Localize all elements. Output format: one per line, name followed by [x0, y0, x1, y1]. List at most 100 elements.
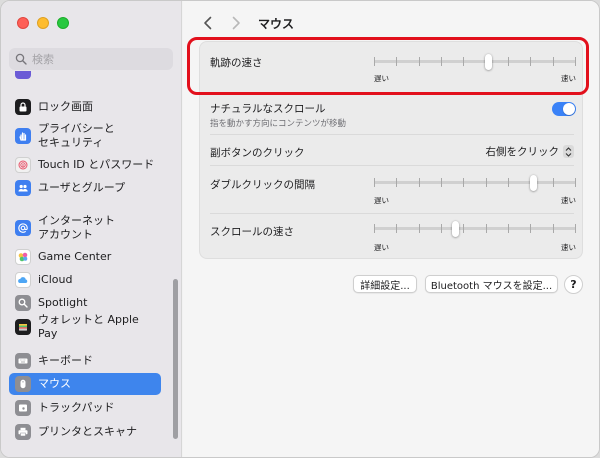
natural-scroll-toggle[interactable]: [552, 102, 576, 116]
sidebar-item-label: Spotlight: [38, 296, 88, 309]
slider-tick: [374, 224, 375, 233]
slider-tick: [374, 178, 375, 187]
slider-tick: [553, 178, 554, 187]
partial-sidebar-icon: [15, 71, 31, 79]
sidebar-item-users[interactable]: ユーザとグループ: [9, 177, 161, 199]
toolbar: マウス: [183, 1, 599, 41]
hand-icon: [15, 128, 31, 144]
slider-tick: [419, 224, 420, 233]
slider-tick: [441, 178, 442, 187]
minimize-button[interactable]: [37, 17, 49, 29]
sidebar-item-label: マウス: [38, 377, 71, 390]
slider-track: [374, 181, 576, 184]
slider-thumb[interactable]: [530, 175, 537, 191]
slider-tick: [463, 178, 464, 187]
slider-tick: [508, 224, 509, 233]
page-title: マウス: [258, 17, 295, 31]
highlight-annotation: [187, 37, 589, 95]
slider-tick: [575, 178, 576, 187]
sidebar-item-label: Game Center: [38, 250, 112, 263]
slider-tick: [553, 224, 554, 233]
natural-scroll-row: ナチュラルなスクロール 指を動かす方向にコンテンツが移動: [200, 95, 584, 134]
sidebar-item-lock-screen[interactable]: ロック画面: [9, 96, 161, 118]
sidebar-item-mouse[interactable]: マウス: [9, 373, 161, 395]
sidebar-item-label: ウォレットと Apple Pay: [38, 313, 139, 340]
slider-tick: [396, 178, 397, 187]
printer-icon: [15, 424, 31, 440]
zoom-button[interactable]: [57, 17, 69, 29]
sidebar-item-label: キーボード: [38, 354, 93, 367]
sidebar-item-keyboard[interactable]: キーボード: [9, 350, 161, 372]
slider-tick: [419, 178, 420, 187]
double-click-label: ダブルクリックの間隔: [210, 179, 315, 191]
advanced-button[interactable]: 詳細設定...: [353, 275, 417, 293]
slider-thumb[interactable]: [452, 221, 459, 237]
mouse-icon: [15, 376, 31, 392]
close-button[interactable]: [17, 17, 29, 29]
sidebar-item-label: ユーザとグループ: [38, 181, 126, 194]
sidebar-item-label: トラックパッド: [38, 401, 115, 414]
wallet-icon: [15, 319, 31, 335]
slider-tick: [530, 224, 531, 233]
sidebar-item-label: プリンタとスキャナ: [38, 425, 137, 438]
fingerprint-icon: [15, 157, 31, 173]
slow-label: 遅い: [374, 243, 389, 252]
chevron-right-icon: [232, 16, 240, 30]
scroll-speed-slider[interactable]: [374, 219, 576, 241]
back-button[interactable]: [200, 15, 216, 31]
slider-tick: [575, 224, 576, 233]
sidebar-item-label: iCloud: [38, 273, 73, 286]
slider-tick: [463, 224, 464, 233]
toggle-knob: [563, 103, 575, 115]
search-icon: [15, 53, 27, 65]
sidebar-item-trackpad[interactable]: トラックパッド: [9, 397, 161, 419]
slider-tick: [396, 224, 397, 233]
slider-track: [374, 227, 576, 230]
chevron-updown-icon: [563, 145, 574, 158]
sidebar-item-icloud[interactable]: iCloud: [9, 269, 161, 291]
fast-label: 速い: [561, 196, 576, 205]
users-icon: [15, 180, 31, 196]
sidebar-item-printers[interactable]: プリンタとスキャナ: [9, 421, 161, 443]
sidebar-item-spotlight[interactable]: Spotlight: [9, 292, 161, 314]
secondary-click-label: 副ボタンのクリック: [210, 147, 305, 159]
sidebar-scrollbar[interactable]: [173, 279, 178, 439]
settings-window: ロック画面 プライバシーと セキュリティ Touch ID とパスワード ユーザ…: [0, 0, 600, 458]
fast-label: 速い: [561, 243, 576, 252]
scroll-speed-label: スクロールの速さ: [210, 226, 294, 238]
sidebar-item-touchid[interactable]: Touch ID とパスワード: [9, 154, 161, 176]
sidebar-item-label: ロック画面: [38, 100, 93, 113]
game-center-icon: [15, 249, 31, 265]
lock-icon: [15, 99, 31, 115]
help-button[interactable]: ?: [564, 275, 583, 294]
at-icon: [15, 220, 31, 236]
search-field[interactable]: [9, 48, 173, 70]
sidebar-item-label: インターネット アカウント: [38, 214, 115, 241]
secondary-click-row: 副ボタンのクリック 右側をクリック: [200, 135, 584, 161]
sidebar-item-game-center[interactable]: Game Center: [9, 246, 161, 268]
sidebar-item-privacy[interactable]: プライバシーと セキュリティ: [9, 120, 161, 152]
slow-label: 遅い: [374, 196, 389, 205]
secondary-click-popup[interactable]: 右側をクリック: [485, 144, 574, 159]
natural-scroll-description: 指を動かす方向にコンテンツが移動: [210, 119, 347, 129]
sidebar-item-label: Touch ID とパスワード: [38, 158, 155, 171]
keyboard-icon: [15, 353, 31, 369]
sidebar-item-wallet[interactable]: ウォレットと Apple Pay: [9, 313, 161, 340]
sidebar-item-label: プライバシーと セキュリティ: [38, 122, 115, 149]
window-controls: [17, 17, 69, 29]
sidebar: ロック画面 プライバシーと セキュリティ Touch ID とパスワード ユーザ…: [1, 1, 182, 457]
cloud-icon: [15, 272, 31, 288]
bluetooth-mouse-setup-button[interactable]: Bluetooth マウスを設定...: [425, 275, 558, 293]
slider-tick: [486, 224, 487, 233]
trackpad-icon: [15, 400, 31, 416]
slider-tick: [486, 178, 487, 187]
spotlight-icon: [15, 295, 31, 311]
secondary-click-value: 右側をクリック: [485, 146, 560, 158]
scroll-speed-row: スクロールの速さ 遅い 速い: [200, 214, 584, 260]
search-input[interactable]: [32, 52, 162, 66]
chevron-left-icon: [204, 16, 212, 30]
natural-scroll-label: ナチュラルなスクロール: [210, 103, 326, 115]
forward-button[interactable]: [228, 15, 244, 31]
double-click-slider[interactable]: [374, 173, 576, 195]
sidebar-item-internet-accounts[interactable]: インターネット アカウント: [9, 212, 161, 244]
